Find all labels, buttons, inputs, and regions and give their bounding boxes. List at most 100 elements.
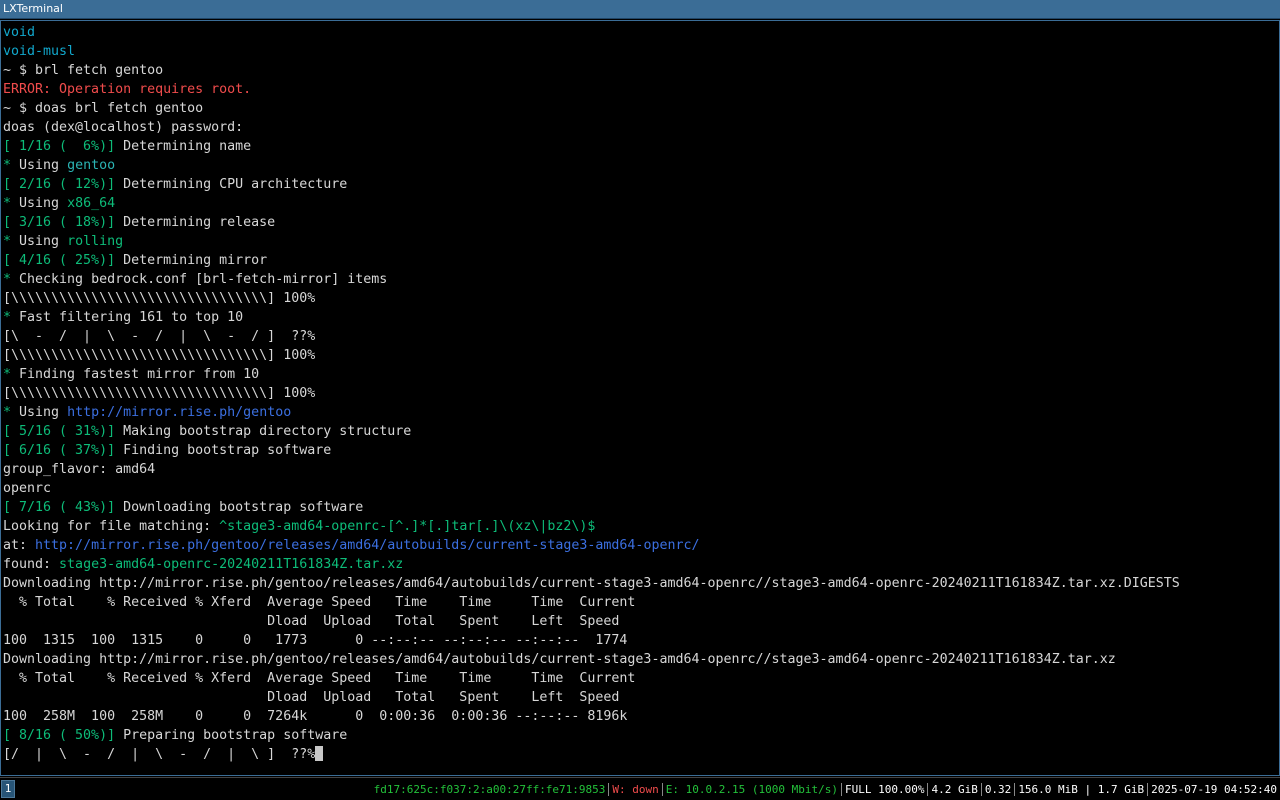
status-segment: FULL 100.00% <box>844 783 925 796</box>
terminal-text-segment: [/ | \ - / | \ - / | \ ] ??% <box>3 747 316 762</box>
terminal-text-segment: [ 8/16 ( 50%)] <box>3 728 116 743</box>
status-segment: 0.32 <box>984 783 1012 796</box>
status-segment: E: 10.0.2.15 (1000 Mbit/s) <box>665 783 838 796</box>
terminal-line: Looking for file matching: ^stage3-amd64… <box>3 517 1180 536</box>
terminal-line: [\ - / | \ - / | \ - / ] ??% <box>3 327 1180 346</box>
terminal-text-segment: [\\\\\\\\\\\\\\\\\\\\\\\\\\\\\\\\] 100% <box>3 291 316 306</box>
status-segment: W: down <box>612 783 659 796</box>
terminal-text-segment: [ 5/16 ( 31%)] <box>3 424 116 439</box>
terminal-line: % Total % Received % Xferd Average Speed… <box>3 669 1180 688</box>
terminal-line: found: stage3-amd64-openrc-20240211T1618… <box>3 555 1180 574</box>
terminal-text-segment: Dload Upload Total Spent Left Speed <box>3 690 620 705</box>
status-line: fd17:625c:f037:2:a00:27ff:fe71:9853 W: do… <box>371 782 1280 797</box>
status-segment: fd17:625c:f037:2:a00:27ff:fe71:9853 <box>373 783 606 796</box>
terminal-line: Downloading http://mirror.rise.ph/gentoo… <box>3 574 1180 593</box>
window-titlebar[interactable]: LXTerminal <box>0 0 1280 19</box>
status-segment: 4.2 GiB <box>931 783 978 796</box>
terminal-text-segment: ~ $ brl fetch gentoo <box>3 63 164 78</box>
terminal-text-segment: x86_64 <box>67 196 116 211</box>
terminal-line: % Total % Received % Xferd Average Speed… <box>3 593 1180 612</box>
terminal-text-segment: void <box>3 25 36 40</box>
terminal-line: [ 4/16 ( 25%)] Determining mirror <box>3 251 1180 270</box>
terminal-line: * Checking bedrock.conf [brl-fetch-mirro… <box>3 270 1180 289</box>
terminal-text-segment: * <box>3 158 12 173</box>
terminal-text-segment: Determining mirror <box>115 253 268 268</box>
terminal-text-segment: group_flavor: amd64 <box>3 462 156 477</box>
terminal-text-segment: Using <box>11 158 68 173</box>
terminal-text-segment: Using <box>11 196 68 211</box>
terminal-text-segment: Finding bootstrap software <box>115 443 332 458</box>
terminal-text-segment: [ 1/16 ( 6%)] <box>3 139 116 154</box>
terminal-text-segment: * <box>3 310 12 325</box>
terminal-line: [\\\\\\\\\\\\\\\\\\\\\\\\\\\\\\\\] 100% <box>3 384 1180 403</box>
terminal-line: [\\\\\\\\\\\\\\\\\\\\\\\\\\\\\\\\] 100% <box>3 289 1180 308</box>
terminal-text-segment: found: <box>3 557 60 572</box>
terminal-line: [ 5/16 ( 31%)] Making bootstrap director… <box>3 422 1180 441</box>
terminal-output: void void-musl ~ $ brl fetch gentoo ERROR: … <box>3 23 1180 764</box>
terminal-text-segment: Determining release <box>115 215 276 230</box>
terminal-text-segment: void-musl <box>3 44 76 59</box>
terminal-text-segment: Determining name <box>115 139 252 154</box>
terminal-line: void <box>3 23 1180 42</box>
terminal-line: at: http://mirror.rise.ph/gentoo/release… <box>3 536 1180 555</box>
terminal-line: void-musl <box>3 42 1180 61</box>
terminal-text-segment: Finding fastest mirror from 10 <box>11 367 260 382</box>
terminal-text-segment: * <box>3 367 12 382</box>
terminal-line: ~ $ doas brl fetch gentoo <box>3 99 1180 118</box>
terminal-line: * Fast filtering 161 to top 10 <box>3 308 1180 327</box>
terminal-text-segment: openrc <box>3 481 52 496</box>
terminal-text-segment: http://mirror.rise.ph/gentoo <box>67 405 292 420</box>
terminal-line: Dload Upload Total Spent Left Speed <box>3 612 1180 631</box>
terminal-text-segment: Downloading bootstrap software <box>115 500 364 515</box>
terminal-text-segment: Determining CPU architecture <box>115 177 348 192</box>
terminal-text-segment: [ 6/16 ( 37%)] <box>3 443 116 458</box>
window-title: LXTerminal <box>3 2 63 15</box>
terminal-text-segment: * <box>3 405 12 420</box>
status-segment: 2025-07-19 04:52:40 <box>1151 783 1277 796</box>
terminal-text-segment: rolling <box>67 234 124 249</box>
workspace-button-1[interactable]: 1 <box>1 780 15 798</box>
terminal-text-segment: [\\\\\\\\\\\\\\\\\\\\\\\\\\\\\\\\] 100% <box>3 386 316 401</box>
terminal-area[interactable]: void void-musl ~ $ brl fetch gentoo ERROR: … <box>0 20 1280 776</box>
terminal-text-segment: stage3-amd64-openrc-20240211T161834Z.tar… <box>59 557 404 572</box>
terminal-text-segment: Downloading http://mirror.rise.ph/gentoo… <box>3 652 1116 667</box>
terminal-text-segment: Using <box>11 405 68 420</box>
terminal-text-segment: gentoo <box>67 158 116 173</box>
terminal-text-segment: http://mirror.rise.ph/gentoo/releases/am… <box>35 538 700 553</box>
terminal-line: Dload Upload Total Spent Left Speed <box>3 688 1180 707</box>
terminal-line: * Using http://mirror.rise.ph/gentoo <box>3 403 1180 422</box>
terminal-text-segment: [ 3/16 ( 18%)] <box>3 215 116 230</box>
terminal-text-segment: ERROR: Operation requires root. <box>3 82 252 97</box>
terminal-text-segment: % Total % Received % Xferd Average Speed… <box>3 595 636 610</box>
terminal-line: 100 258M 100 258M 0 0 7264k 0 0:00:36 0:… <box>3 707 1180 726</box>
terminal-line: doas (dex@localhost) password: <box>3 118 1180 137</box>
terminal-text-segment: * <box>3 234 12 249</box>
terminal-text-segment: ~ $ doas brl fetch gentoo <box>3 101 204 116</box>
terminal-text-segment: Checking bedrock.conf [brl-fetch-mirror]… <box>11 272 388 287</box>
terminal-text-segment: at: <box>3 538 36 553</box>
terminal-line: [/ | \ - / | \ - / | \ ] ??% <box>3 745 1180 764</box>
terminal-text-segment: Making bootstrap directory structure <box>115 424 412 439</box>
terminal-text-segment: Looking for file matching: <box>3 519 220 534</box>
terminal-text-segment: Fast filtering 161 to top 10 <box>11 310 244 325</box>
terminal-text-segment: Preparing bootstrap software <box>115 728 348 743</box>
terminal-text-segment: 100 258M 100 258M 0 0 7264k 0 0:00:36 0:… <box>3 709 628 724</box>
terminal-line: 100 1315 100 1315 0 0 1773 0 --:--:-- --… <box>3 631 1180 650</box>
terminal-line: group_flavor: amd64 <box>3 460 1180 479</box>
terminal-line: openrc <box>3 479 1180 498</box>
status-segment: 156.0 MiB | 1.7 GiB <box>1018 783 1145 796</box>
terminal-line: [ 2/16 ( 12%)] Determining CPU architect… <box>3 175 1180 194</box>
terminal-line: * Finding fastest mirror from 10 <box>3 365 1180 384</box>
terminal-line: [ 3/16 ( 18%)] Determining release <box>3 213 1180 232</box>
terminal-line: * Using x86_64 <box>3 194 1180 213</box>
terminal-line: Downloading http://mirror.rise.ph/gentoo… <box>3 650 1180 669</box>
terminal-line: ~ $ brl fetch gentoo <box>3 61 1180 80</box>
terminal-text-segment: Dload Upload Total Spent Left Speed <box>3 614 620 629</box>
terminal-line: [ 1/16 ( 6%)] Determining name <box>3 137 1180 156</box>
terminal-text-segment: doas (dex@localhost) password: <box>3 120 244 135</box>
i3bar: 1 fd17:625c:f037:2:a00:27ff:fe71:9853 W: … <box>0 777 1280 800</box>
text-cursor <box>315 746 324 761</box>
terminal-text-segment: [ 2/16 ( 12%)] <box>3 177 116 192</box>
terminal-line: * Using rolling <box>3 232 1180 251</box>
terminal-text-segment: [\ - / | \ - / | \ - / ] ??% <box>3 329 316 344</box>
